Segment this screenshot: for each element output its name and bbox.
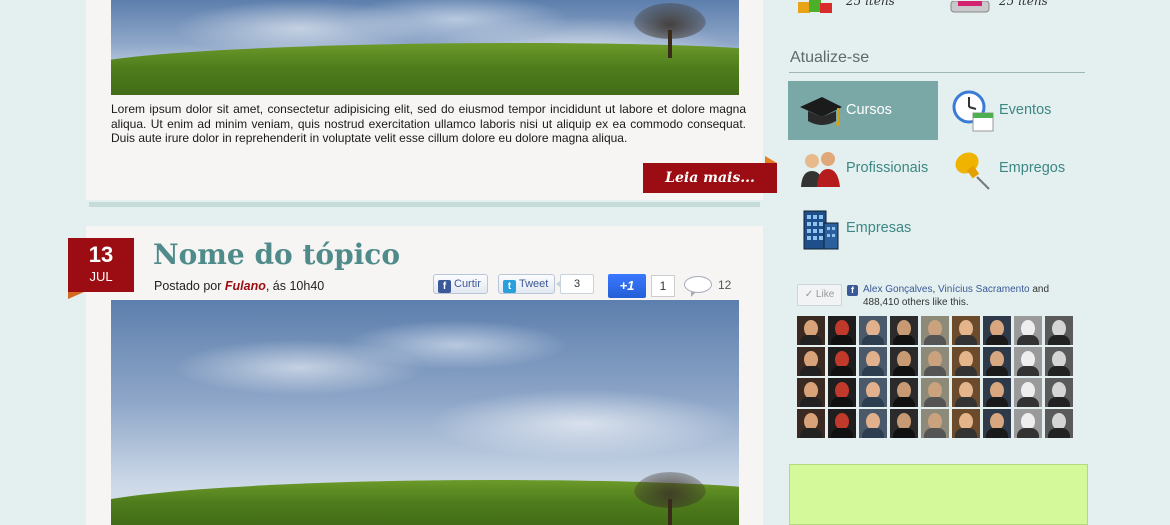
fan-avatar[interactable] (797, 347, 825, 376)
fan-avatar[interactable] (797, 409, 825, 438)
comment-icon[interactable] (684, 276, 712, 297)
sidebar-heading: Atualize-se (790, 49, 870, 66)
blocks-icon (798, 0, 834, 15)
fan-avatar[interactable] (952, 378, 980, 407)
date-day: 13 (88, 242, 114, 267)
calendar-clock-icon (952, 90, 994, 132)
byline-time: , ás 10h40 (265, 279, 325, 293)
read-more-fold (765, 156, 777, 163)
fan-avatar[interactable] (952, 409, 980, 438)
tweet-button[interactable]: t Tweet (498, 274, 556, 294)
category-profissionais[interactable]: Profissionais (788, 139, 938, 198)
fan-avatar[interactable] (1045, 409, 1073, 438)
fan-avatar[interactable] (1045, 347, 1073, 376)
date-badge-fold (68, 292, 84, 299)
stat-text-2: 25 itens (999, 0, 1048, 8)
google-plus-one-button[interactable]: +1 (608, 274, 646, 298)
read-more-button[interactable]: Leia mais... (643, 163, 777, 193)
fan-avatar[interactable] (983, 316, 1011, 345)
fan-avatar[interactable] (983, 347, 1011, 376)
fan-avatar[interactable] (1045, 378, 1073, 407)
tweet-label: Tweet (519, 278, 549, 290)
facebook-icon-small: f (847, 285, 858, 296)
others-like-text: 488,410 others like this. (863, 296, 969, 308)
category-eventos[interactable]: Eventos (941, 81, 1087, 140)
post-divider-1 (89, 202, 760, 207)
stat-text-1: 25 itens (846, 0, 895, 8)
category-empregos[interactable]: Empregos (941, 139, 1087, 198)
category-cursos-label: Cursos (846, 102, 892, 118)
facebook-like-box-button[interactable]: ✓ Like (797, 284, 842, 306)
fan-avatar[interactable] (828, 316, 856, 345)
professionals-icon (801, 152, 840, 187)
fan-avatar[interactable] (952, 347, 980, 376)
fan-avatar[interactable] (952, 316, 980, 345)
friends-and: and (1029, 284, 1050, 295)
fan-avatar[interactable] (828, 347, 856, 376)
fan-avatar[interactable] (1014, 378, 1042, 407)
friend-link-2[interactable]: Vinícius Sacramento (938, 284, 1030, 295)
google-plus-count: 1 (651, 275, 675, 297)
fan-avatar[interactable] (921, 316, 949, 345)
fan-avatar[interactable] (797, 378, 825, 407)
date-month: JUL (89, 269, 113, 284)
fan-avatar[interactable] (890, 316, 918, 345)
twitter-bird-icon: t (503, 280, 516, 293)
graduation-cap-icon (800, 97, 842, 126)
fan-avatar[interactable] (859, 409, 887, 438)
post-image-1[interactable] (111, 0, 739, 95)
category-empresas-label: Empresas (846, 220, 912, 236)
fan-avatar[interactable] (921, 409, 949, 438)
fan-avatar[interactable] (1014, 316, 1042, 345)
facebook-like-label: Curtir (454, 278, 481, 290)
fan-avatar[interactable] (1014, 347, 1042, 376)
category-cursos[interactable]: Cursos (788, 81, 938, 140)
category-empregos-label: Empregos (999, 160, 1066, 176)
author-link[interactable]: Fulano (225, 279, 266, 293)
fan-avatar[interactable] (983, 378, 1011, 407)
pushpin-icon (955, 152, 990, 190)
post-image-2[interactable] (111, 300, 739, 525)
fan-avatar[interactable] (1045, 316, 1073, 345)
like-label: Like (815, 289, 835, 300)
post-title[interactable]: Nome do tópico (153, 238, 400, 271)
fan-avatar[interactable] (921, 378, 949, 407)
category-profissionais-label: Profissionais (846, 160, 929, 176)
fan-avatar[interactable] (828, 378, 856, 407)
inbox-icon (950, 0, 990, 13)
post-excerpt: Lorem ipsum dolor sit amet, consectetur … (111, 102, 746, 145)
sidebar-heading-rule (789, 72, 1085, 73)
fan-avatar[interactable] (921, 347, 949, 376)
fan-avatar[interactable] (890, 347, 918, 376)
facebook-likes-text: Alex Gonçalves, Vinícius Sacramento and … (863, 284, 1083, 309)
fan-avatar[interactable] (859, 347, 887, 376)
building-icon (803, 210, 839, 250)
fan-avatar[interactable] (828, 409, 856, 438)
post-byline: Postado por Fulano, ás 10h40 (154, 279, 324, 293)
category-empresas[interactable]: Empresas (788, 199, 938, 258)
fan-avatar[interactable] (859, 378, 887, 407)
fan-avatar[interactable] (859, 316, 887, 345)
tweet-count: 3 (556, 274, 594, 294)
date-badge: 13 JUL (68, 238, 134, 292)
fan-avatar[interactable] (890, 409, 918, 438)
fan-avatar[interactable] (890, 378, 918, 407)
like-check-icon: ✓ (804, 289, 816, 300)
fan-avatar[interactable] (797, 316, 825, 345)
facebook-like-button[interactable]: f Curtir (433, 274, 488, 294)
category-eventos-label: Eventos (999, 102, 1052, 118)
comment-count[interactable]: 12 (718, 278, 731, 292)
friend-link-1[interactable]: Alex Gonçalves (863, 284, 932, 295)
fan-avatar[interactable] (1014, 409, 1042, 438)
facebook-icon: f (438, 280, 451, 293)
ad-box[interactable] (789, 464, 1088, 525)
fan-avatar[interactable] (983, 409, 1011, 438)
byline-prefix: Postado por (154, 279, 225, 293)
